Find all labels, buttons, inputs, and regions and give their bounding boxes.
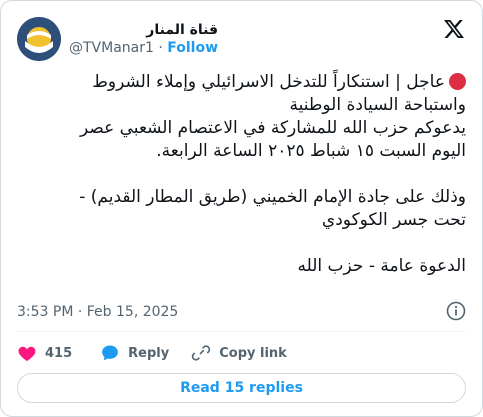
tweet-actions: 415 Reply Copy link (17, 341, 466, 365)
tweet-card: قناة المنار @TVManar1 · Follow عاجل | اس… (0, 0, 483, 417)
tweet-header: قناة المنار @TVManar1 · Follow (17, 11, 466, 63)
author-block: قناة المنار @TVManar1 · Follow (69, 21, 218, 57)
copy-link-button[interactable]: Copy link (191, 343, 287, 363)
red-circle-icon (449, 73, 466, 90)
author-meta: @TVManar1 · Follow (69, 39, 218, 57)
read-replies-button[interactable]: Read 15 replies (17, 373, 466, 403)
tweet-line-3: يدعوكم حزب الله للمشاركة في الاعتصام الش… (79, 118, 466, 138)
tweet-line-1: عاجل | استنكاراً للتدخل الاسرائيلي وإملا… (17, 71, 466, 94)
info-icon[interactable] (446, 301, 466, 321)
tweet-line-2: واستباحة السيادة الوطنية (289, 95, 467, 115)
tweet-timestamp[interactable]: 3:53 PM · Feb 15, 2025 (17, 304, 178, 320)
tweet-text: عاجل | استنكاراً للتدخل الاسرائيلي وإملا… (17, 71, 466, 278)
author-handle[interactable]: @TVManar1 (69, 40, 154, 56)
tweet-line-9: الدعوة عامة - حزب الله (297, 256, 467, 276)
heart-icon (18, 346, 36, 361)
like-count: 415 (45, 345, 73, 361)
tweet-line-5 (17, 163, 466, 186)
like-button[interactable]: 415 (17, 343, 72, 363)
tweet-line-7: تحت جسر الكوكودي (321, 210, 466, 230)
meta-separator: · (158, 40, 163, 56)
follow-button[interactable]: Follow (167, 40, 218, 56)
x-logo-icon[interactable] (442, 17, 466, 41)
timestamp-row: 3:53 PM · Feb 15, 2025 (17, 301, 466, 323)
reply-button[interactable]: Reply (100, 343, 169, 363)
tweet-line-4: اليوم السبت ١٥ شباط ٢٠٢٥ الساعة الرابعة. (156, 141, 466, 161)
copy-link-label: Copy link (219, 345, 287, 361)
link-icon (191, 345, 211, 361)
reply-label: Reply (128, 345, 170, 361)
tweet-line-6: وذلك على جادة الإمام الخميني (طريق المطا… (79, 187, 466, 207)
divider (17, 331, 466, 332)
author-name[interactable]: قناة المنار (69, 21, 218, 39)
tweet-line-8 (17, 232, 466, 255)
tweet-line-1-text: عاجل | استنكاراً للتدخل الاسرائيلي وإملا… (92, 72, 445, 92)
author-avatar[interactable] (17, 17, 61, 61)
reply-bubble-icon (102, 345, 119, 361)
read-replies-label: Read 15 replies (180, 380, 303, 396)
